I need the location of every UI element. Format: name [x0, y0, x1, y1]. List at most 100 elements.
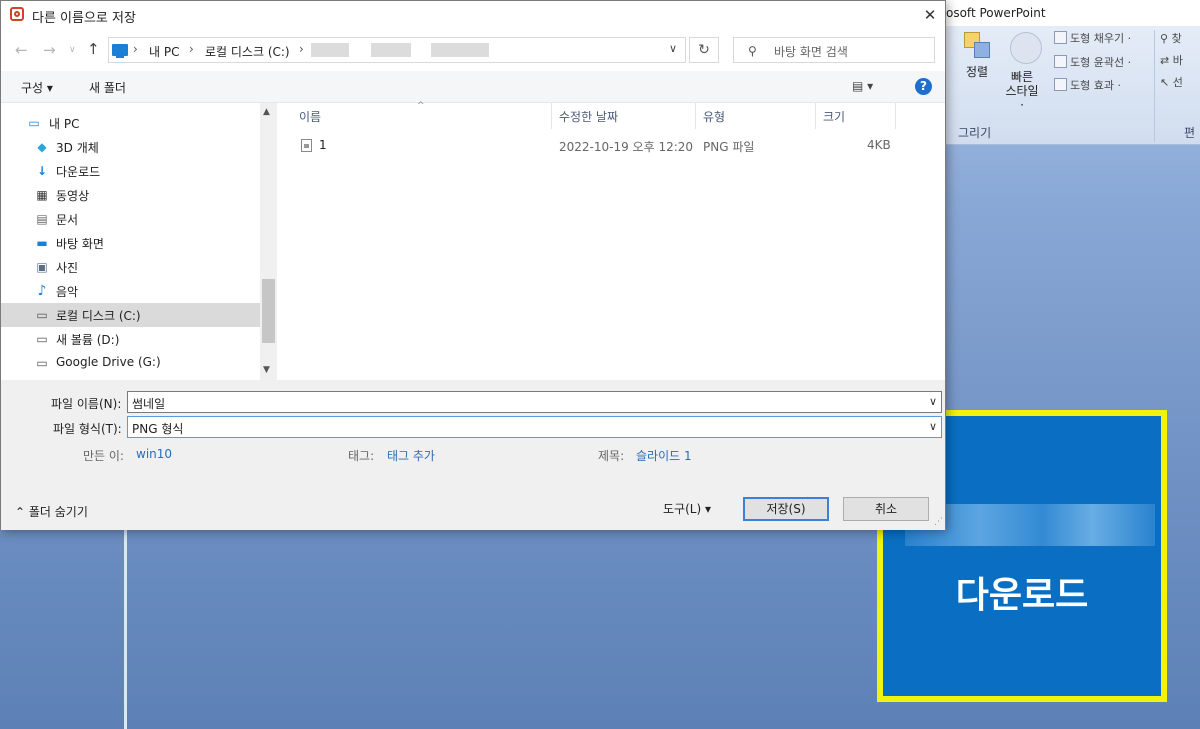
resize-grip-icon[interactable]: ⋰ — [934, 517, 943, 527]
breadcrumb-this-pc[interactable]: 내 PC — [149, 43, 179, 60]
ribbon-separator — [1154, 30, 1155, 142]
arrange-button[interactable]: 정렬 — [962, 30, 992, 80]
sidebar-item-desktop[interactable]: ▬ 바탕 화면 — [1, 231, 260, 255]
column-divider[interactable] — [695, 103, 696, 129]
refresh-icon[interactable]: ↻ — [689, 37, 719, 63]
sidebar-item-label: Google Drive (G:) — [56, 355, 161, 369]
cancel-button[interactable]: 취소 — [843, 497, 929, 521]
forward-arrow-icon[interactable]: → — [43, 41, 56, 59]
drive-icon: ▭ — [36, 308, 48, 322]
sort-ascending-icon: ^ — [417, 101, 425, 111]
shape-outline-button[interactable]: 도형 윤곽선 · — [1054, 54, 1131, 70]
chevron-down-icon[interactable]: ∨ — [929, 420, 937, 433]
sidebar-item-music[interactable]: ♪ 음악 — [1, 279, 260, 303]
back-arrow-icon[interactable]: ← — [15, 41, 28, 59]
powerpoint-title: osoft PowerPoint — [946, 6, 1046, 20]
document-icon: ▤ — [36, 212, 48, 226]
help-icon[interactable]: ? — [915, 78, 932, 95]
file-date: 2022-10-19 오후 12:20 — [559, 140, 694, 154]
sidebar-item-documents[interactable]: ▤ 문서 — [1, 207, 260, 231]
video-icon: ▦ — [36, 188, 48, 202]
pc-icon: ▭ — [28, 116, 40, 130]
file-list: ^ 이름 수정한 날짜 유형 크기 1 2022-10-19 오후 12:20 … — [277, 101, 945, 380]
find-button[interactable]: ⚲ 찾 — [1160, 30, 1182, 46]
tools-button[interactable]: 도구(L) ▾ — [663, 500, 711, 517]
up-arrow-icon[interactable]: ↑ — [87, 40, 100, 58]
group-label-edit: 편 — [1184, 126, 1196, 140]
save-as-dialog: 다른 이름으로 저장 ✕ ← → ∨ ↑ › 내 PC › 로컬 디스크 (C:… — [0, 0, 946, 530]
recent-chevron-icon[interactable]: ∨ — [69, 45, 76, 55]
paint-bucket-icon — [1054, 31, 1067, 44]
scrollbar-thumb[interactable] — [262, 279, 275, 343]
filetype-select[interactable]: PNG 형식 ∨ — [127, 416, 942, 438]
cube-icon: ◆ — [37, 140, 47, 154]
filetype-label: 파일 형식(T): — [53, 422, 122, 436]
search-icon: ⚲ — [748, 44, 757, 58]
sidebar-item-label: 문서 — [56, 213, 79, 227]
desktop-icon: ▬ — [36, 236, 48, 250]
breadcrumb-separator-icon: › — [299, 42, 304, 56]
quick-style-button[interactable]: 빠른 스타일 · — [1002, 56, 1042, 112]
file-name: 1 — [319, 138, 327, 152]
column-header-type[interactable]: 유형 — [703, 108, 725, 125]
slide-edge — [124, 530, 127, 729]
sidebar-item-local-disk-c[interactable]: ▭ 로컬 디스크 (C:) — [1, 303, 260, 327]
find-label: 찾 — [1171, 32, 1182, 45]
column-header-size[interactable]: 크기 — [823, 108, 845, 125]
organize-button[interactable]: 구성 ▾ — [21, 79, 53, 96]
breadcrumb-separator-icon: › — [189, 42, 194, 56]
author-value[interactable]: win10 — [136, 447, 172, 461]
column-divider[interactable] — [551, 103, 552, 129]
sidebar-item-this-pc[interactable]: ▭ 내 PC — [1, 111, 260, 135]
scroll-up-icon[interactable]: ▲ — [263, 107, 270, 117]
hide-folders-button[interactable]: ⌃ 폴더 숨기기 — [15, 503, 88, 520]
column-header-name[interactable]: 이름 — [299, 108, 321, 125]
music-icon: ♪ — [37, 283, 47, 299]
chevron-down-icon[interactable]: ∨ — [669, 42, 677, 55]
title-label: 제목: — [598, 449, 625, 463]
sidebar-item-label: 동영상 — [56, 189, 90, 203]
shape-outline-label: 도형 윤곽선 · — [1070, 56, 1132, 69]
column-divider[interactable] — [895, 103, 896, 129]
dialog-titlebar: 다른 이름으로 저장 ✕ — [1, 1, 945, 29]
sidebar-item-google-drive-g[interactable]: ▭ Google Drive (G:) — [1, 351, 260, 375]
sidebar-scrollbar[interactable]: ▲ ▼ — [260, 103, 277, 380]
scroll-down-icon[interactable]: ▼ — [263, 365, 270, 375]
sidebar-item-label: 내 PC — [49, 117, 80, 131]
navigation-pane: ▭ 내 PC ◆ 3D 개체 ↓ 다운로드 ▦ 동영상 ▤ 문서 ▬ 바탕 화면… — [1, 103, 277, 380]
address-bar[interactable]: › 내 PC › 로컬 디스크 (C:) › ∨ — [108, 37, 686, 63]
title-value[interactable]: 슬라이드 1 — [636, 447, 692, 464]
drive-icon: ▭ — [36, 356, 48, 370]
author-label: 만든 이: — [83, 449, 124, 463]
new-folder-button[interactable]: 새 폴더 — [89, 79, 126, 96]
effect-icon — [1054, 78, 1067, 91]
shape-effect-button[interactable]: 도형 효과 · — [1054, 77, 1121, 93]
search-box[interactable]: ⚲ 바탕 화면 검색 — [733, 37, 935, 63]
sidebar-item-pictures[interactable]: ▣ 사진 — [1, 255, 260, 279]
redacted-path — [371, 43, 411, 57]
view-options-button[interactable]: ▤ ▾ — [852, 79, 873, 93]
drive-icon: ▭ — [36, 332, 48, 346]
column-header-date[interactable]: 수정한 날짜 — [559, 108, 618, 125]
filename-input[interactable]: 썸네일 ∨ — [127, 391, 942, 413]
breadcrumb-local-disk[interactable]: 로컬 디스크 (C:) — [205, 43, 290, 60]
select-button[interactable]: ↖ 선 — [1160, 74, 1183, 90]
close-button[interactable]: ✕ — [915, 1, 945, 29]
shape-fill-label: 도형 채우기 · — [1070, 32, 1132, 45]
column-divider[interactable] — [815, 103, 816, 129]
sidebar-item-label: 바탕 화면 — [56, 237, 104, 251]
sidebar-item-videos[interactable]: ▦ 동영상 — [1, 183, 260, 207]
sidebar-item-label: 로컬 디스크 (C:) — [56, 309, 141, 323]
chevron-down-icon[interactable]: ∨ — [929, 395, 937, 408]
shape-fill-button[interactable]: 도형 채우기 · — [1054, 30, 1131, 46]
powerpoint-app-icon — [10, 7, 24, 21]
sidebar-item-downloads[interactable]: ↓ 다운로드 — [1, 159, 260, 183]
replace-button[interactable]: ⇄ 바 — [1160, 52, 1183, 68]
filename-value: 썸네일 — [132, 397, 166, 411]
file-type: PNG 파일 — [703, 140, 755, 154]
sidebar-item-volume-d[interactable]: ▭ 새 볼륨 (D:) — [1, 327, 260, 351]
save-button[interactable]: 저장(S) — [743, 497, 829, 521]
sidebar-item-3d-objects[interactable]: ◆ 3D 개체 — [1, 135, 260, 159]
tags-input[interactable]: 태그 추가 — [387, 447, 435, 464]
sidebar-item-label: 다운로드 — [56, 165, 101, 179]
